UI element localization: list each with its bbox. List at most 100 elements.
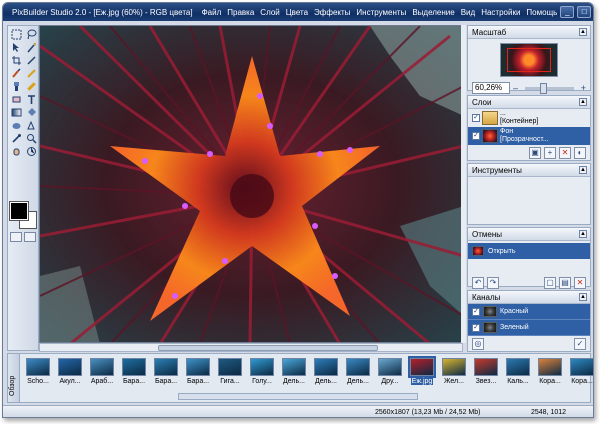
eraser-icon[interactable] — [9, 93, 23, 105]
file-thumbnail-item[interactable]: Бара... — [184, 358, 212, 385]
file-thumbnail-item[interactable]: Кора... — [536, 358, 564, 385]
layer-name: Фон — [500, 128, 514, 135]
layer-item-background[interactable]: ✓ Фон [Прозрачност... — [468, 127, 590, 145]
filmstrip-scrollbar[interactable] — [178, 393, 418, 400]
file-thumbnail-item[interactable]: Акул... — [56, 358, 84, 385]
navigator-view-frame[interactable] — [507, 48, 551, 72]
brush-icon[interactable] — [9, 67, 23, 79]
scale-panel-collapse-button[interactable]: ▲ — [579, 28, 587, 36]
file-thumbnail-item[interactable]: Бара... — [152, 358, 180, 385]
eyedropper-icon[interactable] — [9, 132, 23, 144]
canvas-scroll-thumb[interactable] — [158, 345, 378, 351]
tools-panel-collapse-button[interactable]: ▲ — [579, 166, 587, 174]
history-new-doc-icon[interactable]: ▤ — [559, 277, 571, 289]
fill-icon[interactable] — [24, 106, 38, 118]
healing-icon[interactable] — [24, 80, 38, 92]
window-title: PixBuilder Studio 2.0 - [Еж.jpg (60%) - … — [12, 7, 193, 17]
measure-icon[interactable] — [24, 145, 38, 157]
channel-item-red[interactable]: ✓ Красный — [468, 304, 590, 320]
history-panel-collapse-button[interactable]: ▲ — [579, 230, 587, 238]
foreground-color-swatch[interactable] — [9, 201, 29, 221]
undo-icon[interactable]: ↶ — [472, 277, 484, 289]
pencil-icon[interactable] — [24, 67, 38, 79]
channel-visibility-checkbox[interactable]: ✓ — [472, 323, 480, 332]
browser-tab[interactable]: Обзор — [8, 354, 20, 402]
channels-panel-collapse-button[interactable]: ▲ — [579, 293, 587, 301]
image-canvas[interactable] — [39, 25, 463, 343]
menu-tools[interactable]: Инструменты — [353, 8, 409, 17]
layer-properties-icon[interactable]: ◐ — [574, 147, 586, 159]
canvas-horizontal-scrollbar[interactable] — [39, 343, 463, 352]
file-thumbnail-item[interactable]: Дель... — [280, 358, 308, 385]
history-snapshot-icon[interactable]: ▢ — [544, 277, 556, 289]
redo-icon[interactable]: ↷ — [487, 277, 499, 289]
zoom-out-icon[interactable]: – — [513, 83, 518, 93]
menu-file[interactable]: Файл — [199, 8, 225, 17]
history-item-open[interactable]: Открыть — [468, 243, 590, 259]
menu-effects[interactable]: Эффекты — [311, 8, 353, 17]
pen-icon[interactable] — [24, 119, 38, 131]
magic-wand-icon[interactable] — [24, 41, 38, 53]
channel-load-selection-icon[interactable]: ◎ — [472, 338, 484, 350]
layers-panel-collapse-button[interactable]: ▲ — [579, 98, 587, 106]
menu-colors[interactable]: Цвета — [283, 8, 311, 17]
file-thumbnail-item[interactable]: Голу... — [248, 358, 276, 385]
gradient-icon[interactable] — [9, 106, 23, 118]
navigator-thumbnail[interactable] — [500, 43, 558, 77]
quick-mask-off-button[interactable] — [10, 232, 22, 242]
slice-icon[interactable] — [24, 54, 38, 66]
doc-minimize-button[interactable]: _ — [560, 6, 575, 18]
menu-selection[interactable]: Выделение — [409, 8, 457, 17]
menu-view[interactable]: Вид — [458, 8, 478, 17]
file-thumbnail-item[interactable]: Дель... — [344, 358, 372, 385]
zoom-slider[interactable] — [525, 82, 574, 94]
hand-icon[interactable] — [9, 145, 23, 157]
file-thumbnail-item[interactable]: Бара... — [120, 358, 148, 385]
delete-layer-icon[interactable]: ✕ — [559, 147, 571, 159]
canvas-vertical-scrollbar[interactable] — [461, 25, 466, 343]
crop-icon[interactable] — [9, 54, 23, 66]
dodge-icon[interactable] — [9, 119, 23, 131]
menu-edit[interactable]: Правка — [224, 8, 257, 17]
file-thumbnail-label: Араб... — [90, 378, 114, 385]
title-bar: PixBuilder Studio 2.0 - [Еж.jpg (60%) - … — [3, 3, 593, 21]
channel-options-icon[interactable]: ✓ — [574, 338, 586, 350]
menu-layer[interactable]: Слой — [257, 8, 282, 17]
select-rect-icon[interactable] — [9, 28, 23, 40]
doc-maximize-button[interactable]: □ — [577, 6, 592, 18]
layer-visibility-checkbox[interactable]: ✓ — [472, 114, 480, 122]
file-thumbnail-label: Еж.jpg — [410, 378, 434, 385]
layers-panel-title: Слои — [472, 97, 492, 107]
channel-label: Красный — [500, 308, 529, 315]
lasso-icon[interactable] — [24, 28, 38, 40]
file-thumbnail-item[interactable]: Scho... — [24, 358, 52, 385]
file-thumbnail-item[interactable]: Араб... — [88, 358, 116, 385]
history-delete-icon[interactable]: ✕ — [574, 277, 586, 289]
file-thumbnail-item[interactable]: Дру... — [376, 358, 404, 385]
zoom-icon[interactable] — [24, 132, 38, 144]
channel-item-green[interactable]: ✓ Зеленый — [468, 320, 590, 336]
file-thumbnail-item[interactable]: Кора... — [568, 358, 593, 385]
layer-item-container[interactable]: ✓ ... [Контейнер] — [468, 109, 590, 127]
text-icon[interactable] — [24, 93, 38, 105]
file-thumbnail-image — [186, 358, 210, 376]
channel-visibility-checkbox[interactable]: ✓ — [472, 307, 480, 316]
file-thumbnail-item[interactable]: Еж.jpg — [408, 356, 436, 385]
move-icon[interactable] — [9, 41, 23, 53]
color-swatches[interactable] — [9, 201, 38, 230]
file-thumbnail-item[interactable]: Звез... — [472, 358, 500, 385]
quick-mask-on-button[interactable] — [24, 232, 36, 242]
new-layer-group-icon[interactable]: ▣ — [529, 147, 541, 159]
layer-visibility-checkbox[interactable]: ✓ — [472, 132, 480, 140]
menu-help[interactable]: Помощь — [523, 8, 560, 17]
new-layer-icon[interactable]: + — [544, 147, 556, 159]
file-thumbnail-item[interactable]: Гига... — [216, 358, 244, 385]
file-thumbnail-item[interactable]: Каль... — [504, 358, 532, 385]
file-thumbnail-item[interactable]: Дель... — [312, 358, 340, 385]
clone-icon[interactable] — [9, 80, 23, 92]
menu-settings[interactable]: Настройки — [478, 8, 523, 17]
file-thumbnail-item[interactable]: Жел... — [440, 358, 468, 385]
zoom-slider-knob[interactable] — [539, 82, 547, 94]
zoom-in-icon[interactable]: + — [581, 83, 586, 93]
zoom-input[interactable]: 60,26% — [472, 82, 510, 94]
